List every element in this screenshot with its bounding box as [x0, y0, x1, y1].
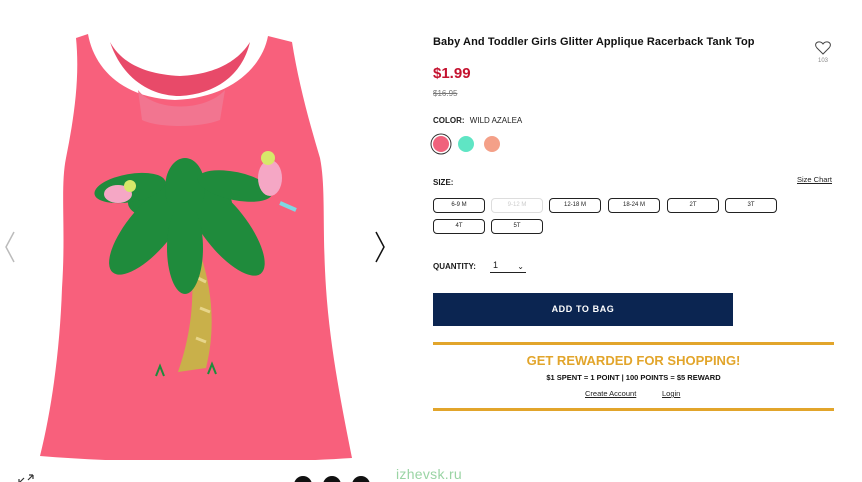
- quantity-select[interactable]: 1 ⌄: [490, 259, 526, 273]
- size-option[interactable]: 12-18 M: [549, 198, 601, 213]
- wishlist-button[interactable]: 103: [813, 41, 833, 67]
- color-swatch-mint[interactable]: [458, 136, 474, 152]
- sale-price: $1.99: [433, 65, 471, 82]
- size-option[interactable]: 5T: [491, 219, 543, 234]
- login-link[interactable]: Login: [662, 389, 680, 398]
- product-gallery: [0, 0, 400, 482]
- size-option[interactable]: 2T: [667, 198, 719, 213]
- chevron-down-icon: ⌄: [517, 262, 524, 271]
- size-chart-link[interactable]: Size Chart: [797, 175, 832, 184]
- color-swatch-coral[interactable]: [484, 136, 500, 152]
- color-label: COLOR:: [433, 116, 465, 125]
- add-to-bag-button[interactable]: ADD TO BAG: [433, 293, 733, 326]
- color-selection: COLOR: WILD AZALEA: [433, 116, 522, 125]
- heart-icon: [815, 41, 831, 55]
- facebook-icon[interactable]: [323, 476, 341, 482]
- size-option[interactable]: 6-9 M: [433, 198, 485, 213]
- previous-image-arrow-icon[interactable]: [2, 230, 18, 264]
- quantity-label: QUANTITY:: [433, 262, 476, 271]
- size-option[interactable]: 9-12 M: [491, 198, 543, 213]
- create-account-link[interactable]: Create Account: [585, 389, 636, 398]
- size-option[interactable]: 3T: [725, 198, 777, 213]
- color-swatch-wild-azalea[interactable]: [433, 136, 449, 152]
- quantity-value: 1: [493, 260, 499, 270]
- original-price: $16.95: [433, 89, 458, 98]
- wishlist-count: 103: [817, 58, 828, 64]
- size-label: SIZE:: [433, 178, 454, 187]
- expand-image-icon[interactable]: [17, 473, 35, 482]
- rewards-title: GET REWARDED FOR SHOPPING!: [526, 353, 741, 368]
- watermark: izhevsk.ru: [396, 466, 463, 482]
- rewards-subtitle: $1 SPENT = 1 POINT | 100 POINTS = $5 REW…: [546, 373, 721, 382]
- size-option[interactable]: 18-24 M: [608, 198, 660, 213]
- next-image-arrow-icon[interactable]: [372, 230, 388, 264]
- size-option[interactable]: 4T: [433, 219, 485, 234]
- rewards-banner: GET REWARDED FOR SHOPPING! $1 SPENT = 1 …: [433, 342, 834, 411]
- product-image: [40, 34, 352, 460]
- product-title: Baby And Toddler Girls Glitter Applique …: [433, 36, 755, 48]
- share-social-icon[interactable]: [294, 476, 312, 482]
- selected-color-name: WILD AZALEA: [469, 116, 523, 125]
- pinterest-icon[interactable]: [352, 476, 370, 482]
